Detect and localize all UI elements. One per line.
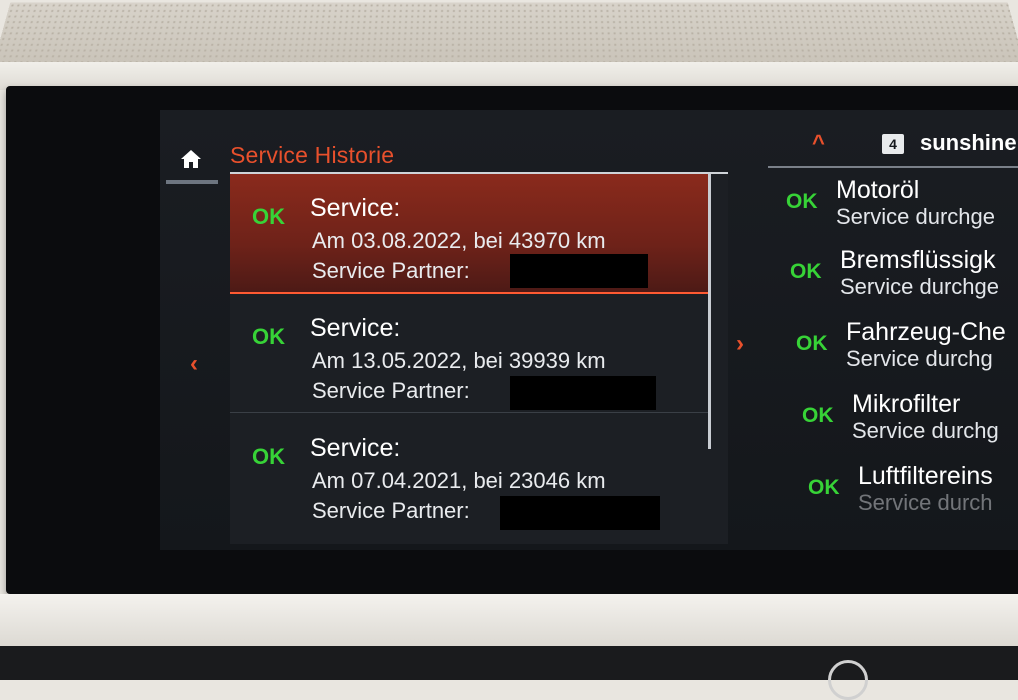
ok-status-badge: OK	[808, 476, 840, 499]
redaction-box	[510, 254, 648, 288]
check-item-luftfiltereinsatz[interactable]: OK Luftfiltereins Service durch	[808, 462, 1018, 532]
check-status: Service durchge	[836, 204, 995, 229]
profile-number-badge: 4	[882, 134, 904, 154]
ok-status-badge: OK	[790, 260, 822, 283]
infotainment-screen: Service Historie ‹ OK Service: Am 03.08.…	[160, 110, 1018, 550]
ok-status-badge: OK	[786, 190, 818, 213]
history-title: Service:	[310, 434, 401, 462]
check-item-bremsfluessigkeit[interactable]: OK Bremsflüssigk Service durchge	[790, 246, 1018, 316]
ok-status-badge: OK	[252, 204, 285, 229]
ok-status-badge: OK	[802, 404, 834, 427]
history-row-2[interactable]: OK Service: Am 13.05.2022, bei 39939 km …	[230, 294, 710, 413]
dashboard-trim-bottom	[0, 594, 1018, 654]
history-title: Service:	[310, 194, 401, 222]
list-scrollbar[interactable]	[708, 174, 711, 449]
right-panel-divider	[768, 166, 1018, 168]
check-item-mikrofilter[interactable]: OK Mikrofilter Service durchg	[802, 390, 1018, 460]
check-status: Service durch	[858, 490, 993, 515]
service-history-list: OK Service: Am 03.08.2022, bei 43970 km …	[230, 172, 728, 544]
history-row-1[interactable]: OK Service: Am 03.08.2022, bei 43970 km …	[230, 174, 710, 294]
profile-name[interactable]: sunshine	[920, 130, 1017, 156]
chevron-right-icon[interactable]: ›	[736, 330, 744, 358]
home-icon[interactable]	[180, 148, 202, 170]
check-name: Bremsflüssigk	[840, 246, 996, 274]
service-partner-label: Service Partner:	[312, 378, 470, 403]
history-title: Service:	[310, 314, 401, 342]
history-detail: Am 03.08.2022, bei 43970 km	[312, 228, 606, 253]
home-tab-indicator	[166, 180, 218, 184]
check-name: Luftfiltereins	[858, 462, 993, 490]
ok-status-badge: OK	[252, 444, 285, 469]
check-name: Mikrofilter	[852, 390, 961, 418]
power-knob-icon[interactable]	[828, 660, 868, 700]
ok-status-badge: OK	[252, 324, 285, 349]
ok-status-badge: OK	[796, 332, 828, 355]
check-name: Fahrzeug-Che	[846, 318, 1006, 346]
history-detail: Am 07.04.2021, bei 23046 km	[312, 468, 606, 493]
chevron-left-icon[interactable]: ‹	[190, 350, 198, 378]
check-item-fahrzeug-check[interactable]: OK Fahrzeug-Che Service durchg	[796, 318, 1018, 388]
history-detail: Am 13.05.2022, bei 39939 km	[312, 348, 606, 373]
page-title: Service Historie	[230, 142, 395, 168]
check-name: Motoröl	[836, 176, 920, 204]
service-partner-label: Service Partner:	[312, 498, 470, 523]
check-item-motoroel[interactable]: OK Motoröl Service durchge	[786, 176, 1018, 246]
redaction-box	[500, 496, 660, 530]
chevron-up-icon[interactable]: ^	[812, 130, 825, 156]
check-status: Service durchg	[846, 346, 993, 371]
redaction-box	[510, 376, 656, 410]
history-row-3[interactable]: OK Service: Am 07.04.2021, bei 23046 km …	[230, 414, 710, 532]
check-status: Service durchg	[852, 418, 999, 443]
service-partner-label: Service Partner:	[312, 258, 470, 283]
check-status: Service durchge	[840, 274, 999, 299]
